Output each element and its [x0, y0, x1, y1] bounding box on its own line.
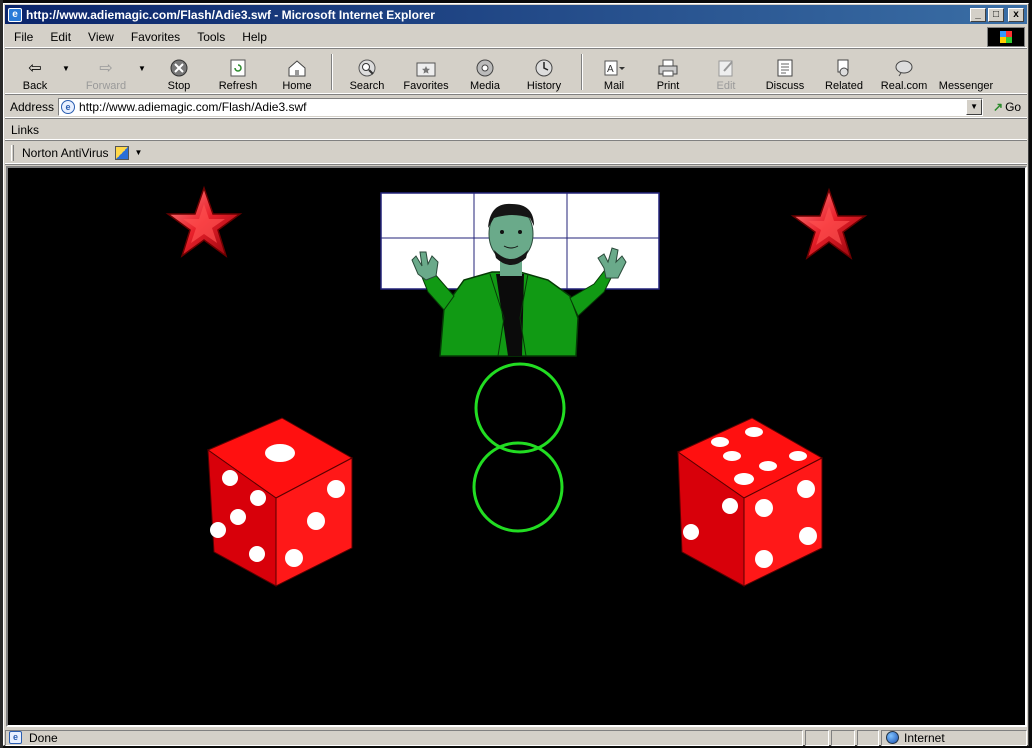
- address-field[interactable]: e ▼: [58, 97, 984, 116]
- svg-text:A: A: [607, 64, 614, 75]
- go-button[interactable]: ↗ Go: [993, 100, 1021, 114]
- flash-animation-canvas[interactable]: [8, 168, 1025, 725]
- print-button[interactable]: Print: [639, 52, 697, 92]
- realcom-button[interactable]: Real.com: [873, 52, 935, 92]
- maximize-button[interactable]: □: [988, 7, 1004, 22]
- status-text: Done: [29, 730, 58, 745]
- status-cell: [805, 729, 829, 746]
- home-button[interactable]: Home: [269, 52, 325, 92]
- media-button[interactable]: Media: [457, 52, 513, 92]
- related-links-icon: [833, 58, 855, 78]
- refresh-button[interactable]: Refresh: [207, 52, 269, 92]
- red-star-left: [165, 185, 243, 258]
- toolbar-separator: [331, 53, 333, 90]
- status-cell: [857, 729, 879, 746]
- ie-logo-icon: e: [8, 7, 22, 22]
- search-button[interactable]: Search: [339, 52, 395, 92]
- stop-button[interactable]: Stop: [151, 52, 207, 92]
- go-arrow-icon: ↗: [993, 99, 1004, 114]
- red-die-right: [676, 417, 824, 587]
- norton-dropdown-icon[interactable]: ▼: [135, 148, 143, 157]
- mail-icon: A: [603, 58, 625, 78]
- printer-icon: [657, 58, 679, 78]
- menu-edit[interactable]: Edit: [41, 30, 79, 44]
- discuss-icon: [774, 58, 796, 78]
- flash-content-area[interactable]: [6, 166, 1027, 727]
- page-done-icon: e: [9, 731, 22, 744]
- refresh-icon: [227, 58, 249, 78]
- favorites-folder-icon: [415, 58, 437, 78]
- mail-button[interactable]: A Mail: [589, 52, 639, 92]
- home-icon: [286, 58, 308, 78]
- status-cell: [831, 729, 855, 746]
- red-die-left: [206, 417, 354, 587]
- back-arrow-icon: ⇦: [28, 59, 42, 77]
- address-input[interactable]: [79, 99, 960, 114]
- address-dropdown-icon[interactable]: ▼: [966, 98, 983, 115]
- stop-icon: [168, 58, 190, 78]
- status-bar: e Done Internet: [5, 729, 1027, 746]
- toolbar-grip[interactable]: [11, 144, 14, 161]
- menu-help[interactable]: Help: [233, 30, 275, 44]
- messenger-icon: [955, 58, 977, 78]
- menu-view[interactable]: View: [79, 30, 122, 44]
- discuss-button[interactable]: Discuss: [755, 52, 815, 92]
- history-clock-icon: [533, 58, 555, 78]
- links-bar: Links: [5, 120, 1027, 140]
- window-title: http://www.adiemagic.com/Flash/Adie3.swf…: [26, 7, 435, 22]
- norton-antivirus-label[interactable]: Norton AntiVirus: [22, 146, 109, 160]
- edit-button[interactable]: Edit: [697, 52, 755, 92]
- favorites-button[interactable]: Favorites: [395, 52, 457, 92]
- zone-label: Internet: [904, 730, 945, 745]
- close-button[interactable]: x: [1008, 7, 1024, 22]
- address-bar: Address e ▼ ↗ Go: [5, 96, 1027, 118]
- back-dropdown-icon[interactable]: ▼: [61, 64, 71, 73]
- menu-favorites[interactable]: Favorites: [122, 30, 188, 44]
- address-label: Address: [10, 99, 55, 114]
- page-icon: e: [61, 99, 76, 114]
- security-zone-panel: Internet: [881, 729, 1027, 746]
- links-label[interactable]: Links: [11, 123, 39, 137]
- search-icon: [356, 58, 378, 78]
- back-button[interactable]: ⇦ Back: [9, 52, 61, 92]
- norton-shield-icon[interactable]: [114, 145, 129, 160]
- forward-arrow-icon: ⇨: [99, 59, 113, 77]
- norton-toolbar: Norton AntiVirus ▼: [5, 142, 1027, 164]
- internet-globe-icon: [886, 731, 899, 744]
- status-text-panel: e Done: [5, 729, 803, 746]
- related-button[interactable]: Related: [815, 52, 873, 92]
- forward-button[interactable]: ⇨ Forward: [75, 52, 137, 92]
- browser-window: e http://www.adiemagic.com/Flash/Adie3.s…: [3, 3, 1029, 746]
- title-bar[interactable]: e http://www.adiemagic.com/Flash/Adie3.s…: [5, 5, 1027, 24]
- media-icon: [474, 58, 496, 78]
- history-button[interactable]: History: [513, 52, 575, 92]
- standard-toolbar: ⇦ Back ▼ ⇨ Forward ▼ Stop Refresh Home S…: [5, 50, 1027, 94]
- forward-dropdown-icon[interactable]: ▼: [137, 64, 147, 73]
- menu-tools[interactable]: Tools: [188, 30, 233, 44]
- messenger-button[interactable]: Messenger: [935, 52, 997, 92]
- green-ring-pair: [472, 362, 566, 533]
- menu-bar: File Edit View Favorites Tools Help: [5, 26, 1027, 48]
- edit-page-icon: [715, 58, 737, 78]
- toolbar-separator: [581, 53, 583, 90]
- red-star-right: [790, 187, 868, 260]
- windows-logo-icon: [987, 27, 1025, 47]
- minimize-button[interactable]: _: [970, 7, 986, 22]
- real-player-icon: [893, 58, 915, 78]
- menu-file[interactable]: File: [5, 30, 41, 44]
